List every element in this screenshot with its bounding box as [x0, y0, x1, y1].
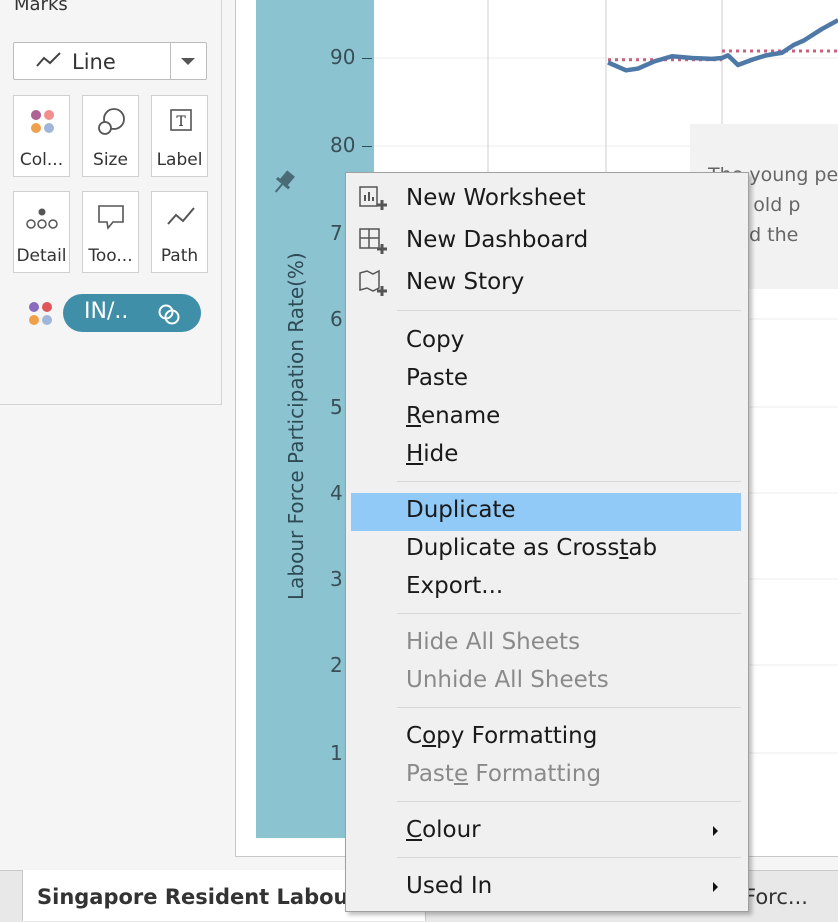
menu-item-label: Paste	[406, 365, 469, 391]
path-button[interactable]: Path	[151, 191, 208, 273]
line-chart-icon	[36, 51, 62, 73]
tick-label: 5	[330, 395, 343, 419]
new-story-icon	[357, 268, 389, 304]
menu-separator	[397, 481, 741, 482]
marks-title: Marks	[14, 0, 68, 15]
menu-item-label: Used In	[406, 873, 493, 899]
menu-item-label: Rename	[406, 403, 501, 429]
menu-item-label: Copy Formatting	[406, 723, 598, 749]
detail-button-label: Detail	[16, 246, 67, 266]
tick-label: 6	[330, 307, 343, 331]
submenu-arrow-icon	[713, 882, 718, 892]
menu-item-label: New Story	[406, 269, 525, 295]
menu-item-paste[interactable]: Paste	[351, 361, 741, 397]
detail-dots-icon	[14, 204, 69, 238]
menu-item-unhide-all-sheets: Unhide All Sheets	[351, 663, 741, 699]
submenu-arrow-icon	[713, 826, 718, 836]
tick-label: 1	[330, 741, 343, 765]
tick-label: 3	[330, 567, 343, 591]
colour-button[interactable]: Col...	[13, 95, 70, 177]
menu-item-label: Hide All Sheets	[406, 629, 581, 655]
new-worksheet-icon	[357, 184, 389, 220]
size-button-label: Size	[93, 150, 128, 170]
menu-item-copy[interactable]: Copy	[351, 323, 741, 359]
pin-icon[interactable]	[270, 168, 298, 200]
menu-item-label: Copy	[406, 327, 465, 353]
menu-item-label: New Worksheet	[406, 185, 586, 211]
colour-dots-icon	[14, 108, 69, 142]
menu-item-label: Export...	[406, 573, 504, 599]
menu-item-label: New Dashboard	[406, 227, 589, 253]
menu-item-copy-formatting[interactable]: Copy Formatting	[351, 719, 741, 755]
menu-separator	[397, 310, 741, 311]
mark-type-label: Line	[72, 50, 116, 74]
menu-item-label: Duplicate as Crosstab	[406, 535, 658, 561]
menu-item-label: Unhide All Sheets	[406, 667, 609, 693]
text-label-icon: T	[152, 108, 207, 142]
menu-item-label: Hide	[406, 441, 459, 467]
new-dashboard-icon	[357, 226, 389, 262]
menu-separator	[397, 801, 741, 802]
colour-field-pill[interactable]: IN/..	[63, 294, 201, 332]
menu-item-paste-formatting: Paste Formatting	[351, 757, 741, 793]
detail-button[interactable]: Detail	[13, 191, 70, 273]
menu-item-new-dashboard[interactable]: New Dashboard	[351, 223, 741, 259]
tick-label: 80	[330, 133, 356, 157]
tick-label: 4	[330, 481, 343, 505]
sheet-tab-label: Singapore Resident Labour	[37, 885, 359, 909]
chevron-down-icon[interactable]	[170, 43, 206, 79]
tick-label: 7	[330, 221, 343, 245]
menu-item-duplicate[interactable]: Duplicate	[351, 493, 741, 531]
path-icon	[152, 204, 207, 238]
y-axis-title: Labour Force Participation Rate(%)	[284, 252, 308, 600]
context-menu: New Worksheet New Dashboard New Story Co…	[345, 172, 749, 912]
colour-button-label: Col...	[19, 150, 64, 170]
tick-mark	[362, 58, 372, 59]
tooltip-button-label: Too...	[88, 246, 133, 266]
menu-item-rename[interactable]: Rename	[351, 399, 741, 435]
svg-text:T: T	[176, 114, 186, 130]
menu-item-used-in[interactable]: Used In	[351, 869, 741, 905]
menu-item-new-worksheet[interactable]: New Worksheet	[351, 181, 741, 217]
pill-label: IN/..	[84, 299, 129, 324]
menu-item-hide-all-sheets: Hide All Sheets	[351, 625, 741, 661]
path-button-label: Path	[160, 246, 199, 266]
sheet-tab-label: Forc...	[744, 885, 808, 909]
menu-item-colour[interactable]: Colour	[351, 813, 741, 849]
tick-label: 2	[330, 653, 343, 677]
menu-item-export[interactable]: Export...	[351, 569, 741, 605]
menu-item-label: Paste Formatting	[406, 761, 602, 787]
marks-card: Marks Line Col... Size T Label Detail To…	[0, 0, 222, 405]
menu-item-duplicate-as-crosstab[interactable]: Duplicate as Crosstab	[351, 531, 741, 567]
size-button[interactable]: Size	[82, 95, 139, 177]
tooltip-icon	[83, 204, 138, 238]
menu-item-hide[interactable]: Hide	[351, 437, 741, 473]
menu-separator	[397, 707, 741, 708]
size-icon	[83, 108, 138, 142]
menu-item-label: Duplicate	[406, 497, 516, 523]
menu-item-new-story[interactable]: New Story	[351, 265, 741, 301]
tick-mark	[362, 146, 372, 147]
menu-separator	[397, 613, 741, 614]
tick-label: 90	[330, 45, 356, 69]
menu-item-label: Colour	[406, 817, 481, 843]
mark-type-dropdown[interactable]: Line	[13, 42, 207, 80]
label-button-label: Label	[156, 150, 203, 170]
tooltip-button[interactable]: Too...	[82, 191, 139, 273]
menu-separator	[397, 857, 741, 858]
link-icon	[157, 302, 181, 330]
label-button[interactable]: T Label	[151, 95, 208, 177]
colour-dots-icon	[28, 301, 54, 331]
series-line[interactable]	[607, 18, 838, 73]
